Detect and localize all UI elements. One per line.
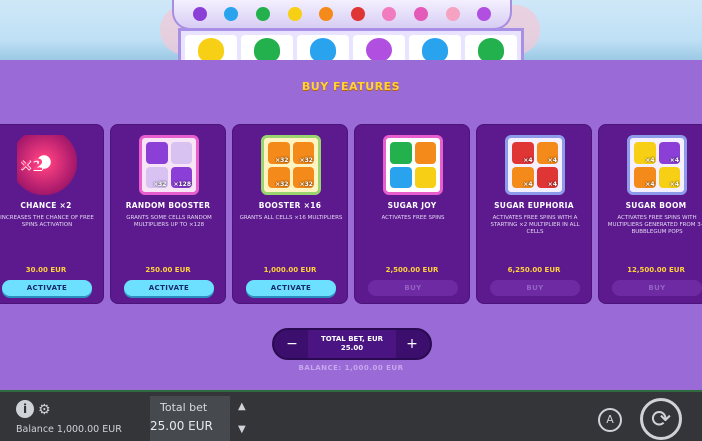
buy-button[interactable]: BUY (612, 280, 702, 296)
red-star-candy-icon (350, 7, 365, 21)
feature-price: 6,250.00 EUR (507, 266, 561, 274)
multiplier-label: ×32 (275, 181, 289, 188)
feature-name: SUGAR EUPHORIA (494, 201, 574, 210)
sugar-boom-icon: ×4 ×4 ×4 ×4 (627, 135, 687, 195)
feature-card-sugar-joy: SUGAR JOY ACTIVATES FREE SPINS 2,500.00 … (354, 124, 470, 304)
gummy-bear-icon (413, 7, 428, 21)
modal-title: BUY FEATURES (301, 80, 401, 93)
balance-text: Balance 1,000.00 EUR (16, 424, 122, 435)
gummy-bear-icon: ×128 (170, 166, 192, 188)
candy-cell: ×4 (658, 166, 680, 188)
feature-name: CHANCE ×2 (20, 201, 72, 210)
multiplier-label: ×4 (523, 181, 533, 188)
multiplier-label: ×4 (547, 156, 557, 164)
bet-down-icon[interactable]: ▼ (238, 424, 246, 435)
candy-cell: ×4 (658, 142, 680, 164)
gummy-bear-icon (146, 142, 168, 164)
feature-price: 2,500.00 EUR (385, 266, 439, 274)
bet-up-icon[interactable]: ▲ (238, 401, 246, 412)
modal-balance: BALANCE: 1,000.00 EUR (298, 364, 404, 372)
multiplier-label: ×4 (547, 181, 557, 188)
info-icon[interactable]: i (16, 400, 34, 418)
feature-description: INCREASES THE CHANCE OF FREE SPINS ACTIV… (0, 215, 94, 228)
green-candy-icon (255, 7, 270, 21)
autoplay-button[interactable]: A (598, 408, 622, 432)
multiplier-label: ×32 (299, 156, 313, 164)
feature-name: RANDOM BOOSTER (125, 201, 211, 210)
candy-cell: ×4 (536, 166, 558, 188)
spin-icon[interactable]: ⟳ (640, 398, 682, 440)
feature-description: ACTIVATES FREE SPINS WITH A STARTING ×2 … (490, 215, 580, 235)
candy-cell: ×32 (146, 166, 168, 188)
game-screen: BUY FEATURES ×2 CHANCE ×2 INCREASES THE … (0, 0, 702, 441)
candy-cell: ×32 (292, 166, 314, 188)
feature-description: GRANTS ALL CELLS ×16 MULTIPLIERS (239, 215, 343, 221)
yellow-candy-icon (287, 7, 302, 21)
candy-cell (390, 142, 412, 164)
orange-candy-icon (319, 7, 334, 21)
feature-price: 12,500.00 EUR (627, 266, 685, 274)
multiplier-label: ×4 (669, 156, 679, 164)
multiplier-label: ×4 (645, 156, 655, 164)
feature-name: BOOSTER ×16 (258, 201, 322, 210)
candy-cell: ×4 (634, 142, 656, 164)
candy-cell (414, 166, 436, 188)
buy-button[interactable]: BUY (490, 280, 580, 296)
total-bet-caption: Total bet (160, 401, 208, 414)
bubblegum-icon (445, 7, 460, 21)
feature-card-sugar-euphoria: ×4 ×4 ×4 ×4 SUGAR EUPHORIA ACTIVATES FRE… (476, 124, 592, 304)
candy-cell: ×32 (292, 142, 314, 164)
feature-price: 1,000.00 EUR (263, 266, 317, 274)
buy-button[interactable]: BUY (368, 280, 458, 296)
activate-button[interactable]: ACTIVATE (246, 280, 336, 296)
feature-description: GRANTS SOME CELLS RANDOM MULTIPLIERS UP … (126, 215, 212, 228)
total-bet-label: TOTAL BET, EUR (320, 335, 384, 343)
multiplier-label: ×4 (523, 156, 533, 164)
gear-icon[interactable]: ⚙ (38, 402, 51, 418)
multiplier-label: ×128 (173, 181, 191, 188)
booster-icon: ×32 ×32 ×32 ×32 (261, 135, 321, 195)
pink-candy-icon (382, 7, 397, 21)
increase-bet-button[interactable]: + (396, 330, 428, 358)
feature-card-random-booster: ×32 ×128 RANDOM BOOSTER GRANTS SOME CELL… (110, 124, 226, 304)
activate-button[interactable]: ACTIVATE (124, 280, 214, 296)
candy-cell (170, 142, 192, 164)
decrease-bet-button[interactable]: − (276, 330, 308, 358)
activate-button[interactable]: ACTIVATE (2, 280, 92, 296)
candy-cell: ×4 (634, 166, 656, 188)
candy-cell: ×32 (268, 142, 290, 164)
blue-candy-icon (224, 7, 239, 21)
candy-cell: ×4 (536, 142, 558, 164)
total-bet-value: 25.00 (340, 344, 364, 352)
multiplier-label: ×32 (275, 156, 289, 164)
feature-price: 250.00 EUR (145, 266, 191, 274)
feature-description: ACTIVATES FREE SPINS (381, 215, 445, 221)
sugar-euphoria-icon: ×4 ×4 ×4 ×4 (505, 135, 565, 195)
lollipop-scatter-icon (477, 7, 492, 21)
feature-description: ACTIVATES FREE SPINS WITH MULTIPLIERS GE… (607, 215, 702, 235)
sugar-joy-icon (383, 135, 443, 195)
feature-card-chance-x2: ×2 CHANCE ×2 INCREASES THE CHANCE OF FRE… (0, 124, 104, 304)
multiplier-label: ×32 (299, 181, 313, 188)
feature-name: SUGAR JOY (387, 201, 437, 210)
total-bet-control: − TOTAL BET, EUR 25.00 + (272, 328, 432, 360)
candy-cell: ×32 (268, 166, 290, 188)
x2-badge: ×2 (19, 155, 44, 174)
total-bet-display: TOTAL BET, EUR 25.00 (308, 330, 396, 358)
multiplier-label: ×4 (669, 181, 679, 188)
random-booster-icon: ×32 ×128 (139, 135, 199, 195)
multiplier-label: ×32 (153, 181, 167, 188)
feature-name: SUGAR BOOM (625, 201, 687, 210)
candy-cell: ×4 (512, 142, 534, 164)
feature-card-sugar-boom: ×4 ×4 ×4 ×4 SUGAR BOOM ACTIVATES FREE SP… (598, 124, 702, 304)
candy-cell (414, 142, 436, 164)
total-bet-amount: 25.00 EUR (150, 419, 213, 433)
candy-cell (390, 166, 412, 188)
candy-cell: ×4 (512, 166, 534, 188)
purple-candy-icon (192, 7, 207, 21)
symbol-paytable-strip (172, 0, 512, 30)
feature-card-booster-x16: ×32 ×32 ×32 ×32 BOOSTER ×16 GRANTS ALL C… (232, 124, 348, 304)
feature-price: 30.00 EUR (25, 266, 67, 274)
multiplier-label: ×4 (645, 181, 655, 188)
